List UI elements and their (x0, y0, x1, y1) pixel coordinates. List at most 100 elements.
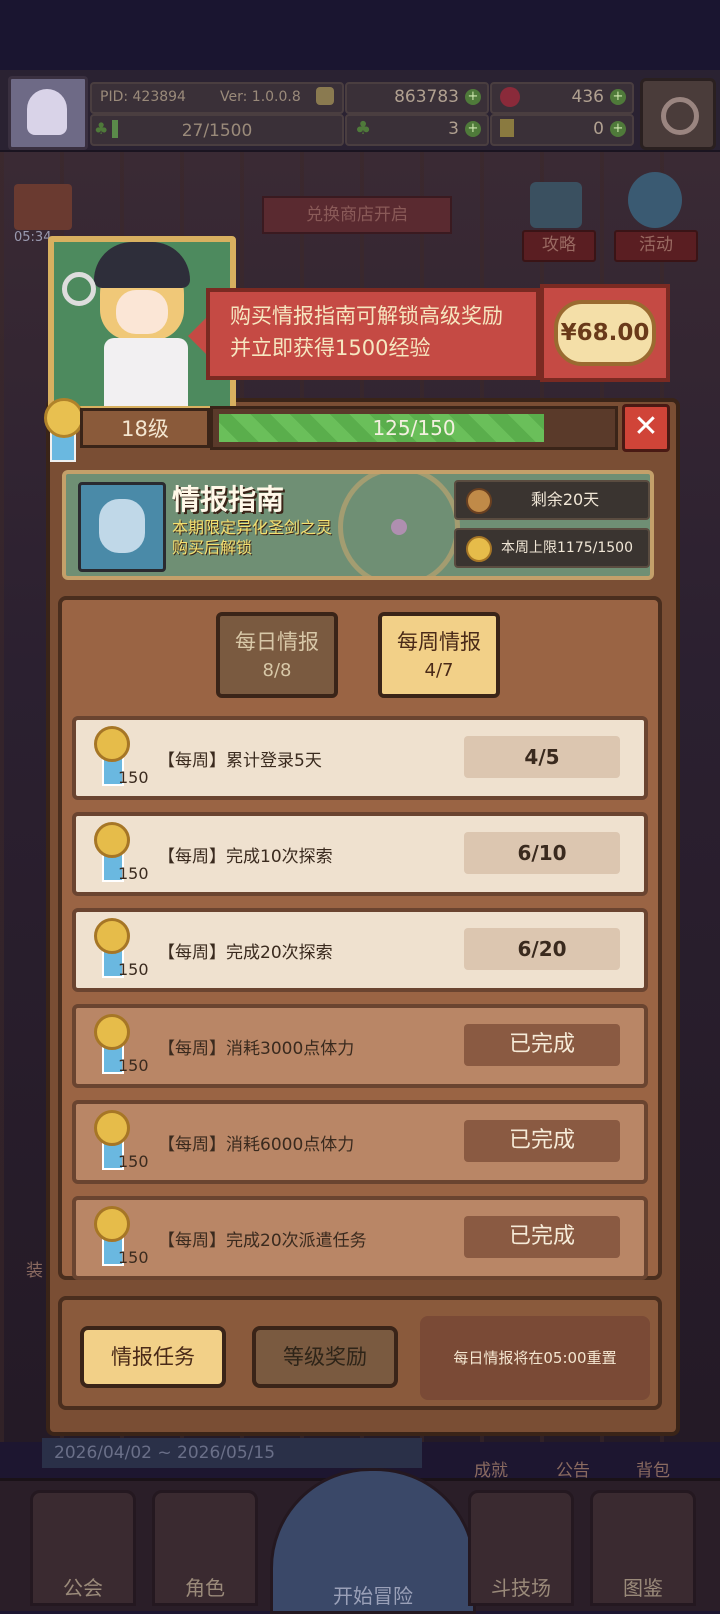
medal-coin (94, 726, 130, 762)
clover-icon: ♣ (355, 118, 372, 139)
balloon-icon (628, 172, 682, 228)
shop-open-banner: 兑换商店开启 (262, 196, 452, 234)
player-id-bar: PID: 423894 Ver: 1.0.0.8 (90, 82, 344, 114)
intel-tasks-button[interactable]: 情报任务 (80, 1326, 226, 1388)
medal-icon (466, 536, 492, 562)
settings-gear-icon[interactable] (640, 78, 716, 150)
character-body (104, 338, 188, 406)
key-counter: 0 + (490, 114, 634, 146)
medal-coin (94, 918, 130, 954)
medal-coin (94, 822, 130, 858)
compass-decoration (338, 474, 460, 576)
gift-icon[interactable] (14, 184, 72, 230)
task-row: 150 【每周】消耗6000点体力 已完成 (72, 1100, 648, 1184)
status-bar (0, 0, 720, 70)
gem-icon (500, 87, 520, 107)
xp-text: 27/1500 (181, 121, 253, 141)
daily-reset-note: 每日情报将在05:00重置 (420, 1316, 650, 1400)
holy-sword-spirit-icon (78, 482, 166, 572)
promo-line-2: 并立即获得1500经验 (230, 336, 431, 360)
level-medal-icon (40, 398, 84, 462)
tab-weekly-count: 4/7 (424, 660, 454, 681)
nav-arena-label: 斗技场 (491, 1576, 551, 1600)
character-face (116, 290, 168, 334)
nav-role[interactable]: 角色 (152, 1490, 258, 1606)
task-points: 150 (118, 768, 149, 787)
price-label: ¥68.00 (554, 300, 656, 366)
task-points: 150 (118, 960, 149, 979)
task-progress: 6/10 (464, 832, 620, 874)
nav-arena[interactable]: 斗技场 (468, 1490, 574, 1606)
version-label: Ver: 1.0.0.8 (220, 89, 301, 105)
task-description: 【每周】完成20次派遣任务 (158, 1231, 367, 1251)
pid-label: PID: 423894 (100, 89, 186, 105)
player-xp-bar: ♣ 27/1500 (90, 114, 344, 146)
tab-weekly-intel[interactable]: 每周情报 4/7 (378, 612, 500, 698)
tab-daily-intel[interactable]: 每日情报 8/8 (216, 612, 338, 698)
level-progress-bar: 125/150 (210, 406, 618, 450)
guide-subtitle: 本期限定异化圣剑之灵 购买后解锁 (172, 518, 332, 558)
remaining-days-chip: 剩余20天 (454, 480, 650, 520)
key-icon (500, 119, 514, 137)
level-rewards-button[interactable]: 等级奖励 (252, 1326, 398, 1388)
coin-icon (316, 87, 334, 105)
task-row: 150 【每周】消耗3000点体力 已完成 (72, 1004, 648, 1088)
gem-counter: 436 + (490, 82, 634, 114)
bg-timestamp: 05:34 (14, 230, 52, 245)
task-description: 【每周】消耗6000点体力 (158, 1135, 355, 1155)
task-points: 150 (118, 1248, 149, 1267)
weekly-cap-chip: 本周上限1175/1500 (454, 528, 650, 568)
task-points: 150 (118, 1056, 149, 1075)
event-date-range: 2026/04/02 ~ 2026/05/15 (42, 1438, 422, 1468)
guide-subtitle-line-1: 本期限定异化圣剑之灵 (172, 518, 333, 537)
task-description: 【每周】消耗3000点体力 (158, 1039, 355, 1059)
medal-coin (94, 1014, 130, 1050)
guide-subtitle-line-2: 购买后解锁 (172, 538, 253, 557)
coin-counter: 863783 + (345, 82, 489, 114)
tab-daily-label: 每日情报 (235, 630, 319, 654)
task-row: 150 【每周】完成20次派遣任务 已完成 (72, 1196, 648, 1280)
purchase-promo-banner: 购买情报指南可解锁高级奖励 并立即获得1500经验 (188, 288, 540, 380)
task-row: 150 【每周】累计登录5天 4/5 (72, 716, 648, 800)
task-row: 150 【每周】完成20次探索 6/20 (72, 908, 648, 992)
medal-coin (94, 1206, 130, 1242)
activity-button[interactable]: 活动 (614, 230, 698, 262)
tab-weekly-label: 每周情报 (397, 630, 481, 654)
task-completed-badge: 已完成 (464, 1120, 620, 1162)
clover-amount: 3 (448, 119, 459, 139)
remaining-days-text: 剩余20天 (530, 490, 600, 509)
character-hat (94, 242, 190, 288)
nav-guild[interactable]: 公会 (30, 1490, 136, 1606)
equip-partial-label: 装 (26, 1261, 43, 1281)
add-key-icon[interactable]: + (610, 121, 626, 137)
task-description: 【每周】完成10次探索 (158, 847, 333, 867)
task-row: 150 【每周】完成10次探索 6/10 (72, 812, 648, 896)
key-amount: 0 (593, 119, 604, 139)
buy-price-button[interactable]: ¥68.00 (540, 284, 670, 382)
medal-coin (94, 1110, 130, 1146)
close-button[interactable]: ✕ (622, 404, 670, 452)
task-completed-badge: 已完成 (464, 1216, 620, 1258)
task-description: 【每周】完成20次探索 (158, 943, 333, 963)
add-gems-icon[interactable]: + (610, 89, 626, 105)
nav-codex[interactable]: 图鉴 (590, 1490, 696, 1606)
gem-amount: 436 (571, 87, 604, 107)
promo-line-1: 购买情报指南可解锁高级奖励 (230, 304, 503, 328)
clover-counter: ♣ 3 + (345, 114, 489, 146)
add-coins-icon[interactable]: + (465, 89, 481, 105)
guide-title: 情报指南 (172, 483, 285, 516)
nav-start-label: 开始冒险 (333, 1584, 413, 1608)
task-points: 150 (118, 1152, 149, 1171)
add-clover-icon[interactable]: + (465, 121, 481, 137)
task-description: 【每周】累计登录5天 (158, 751, 322, 771)
level-progress-text: 125/150 (372, 416, 456, 440)
player-avatar[interactable] (8, 76, 88, 150)
nav-codex-label: 图鉴 (623, 1576, 663, 1600)
level-label: 18级 (80, 408, 210, 448)
task-points: 150 (118, 864, 149, 883)
weekly-cap-text: 本周上限1175/1500 (501, 540, 633, 556)
task-progress: 6/20 (464, 928, 620, 970)
clock-icon (466, 488, 492, 514)
task-completed-badge: 已完成 (464, 1024, 620, 1066)
guide-button[interactable]: 攻略 (522, 230, 596, 262)
